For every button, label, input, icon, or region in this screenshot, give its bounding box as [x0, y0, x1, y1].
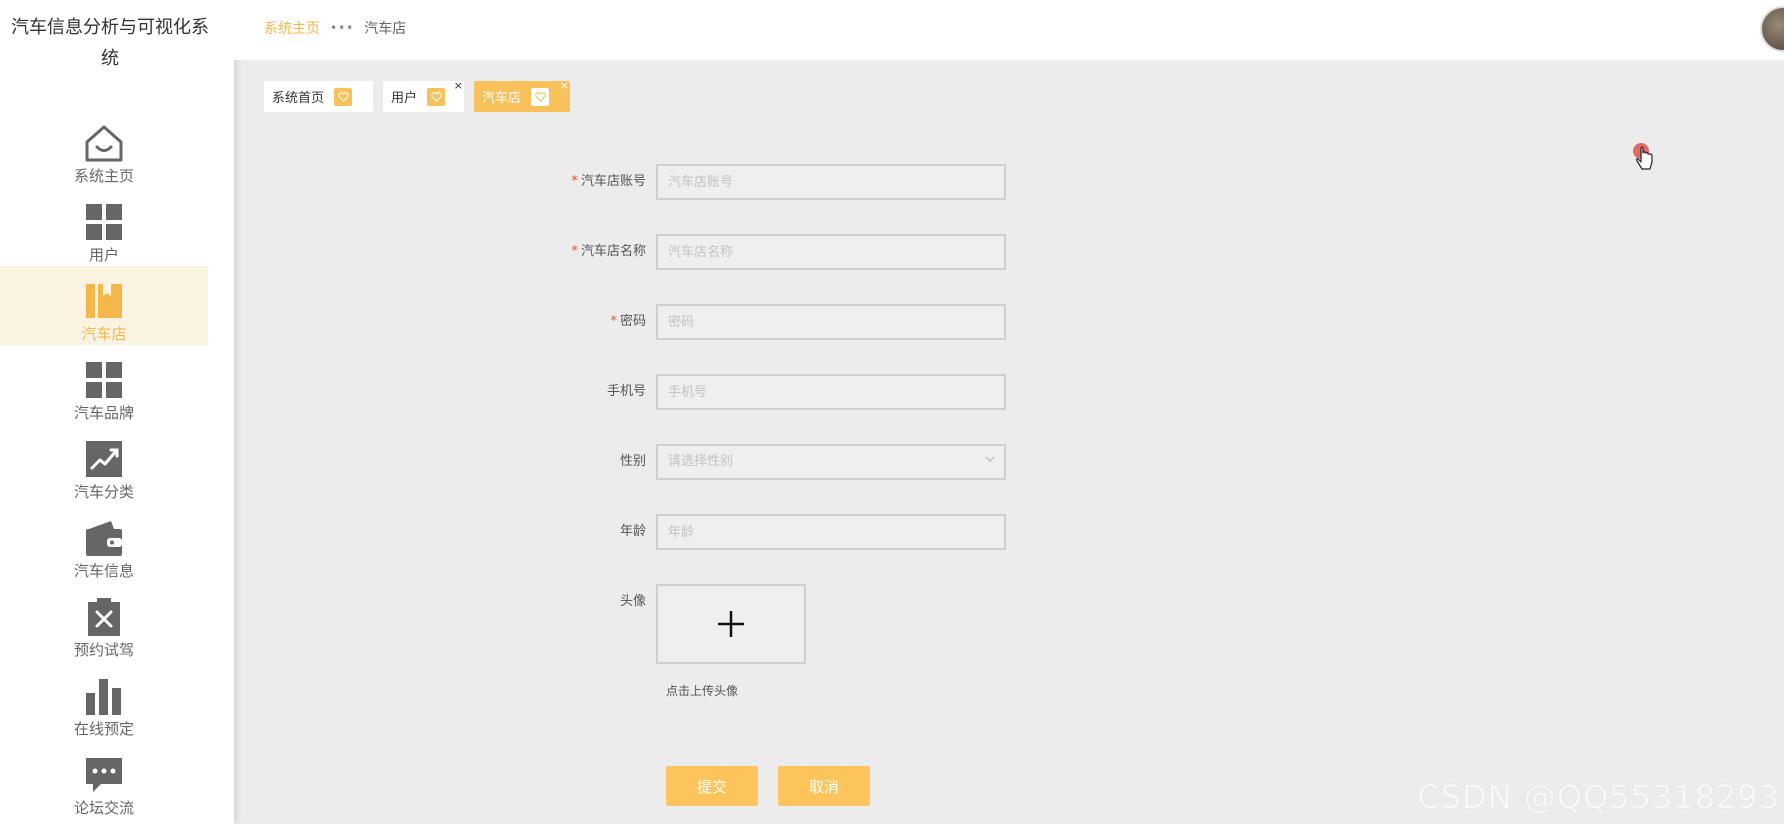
form-row-phone: 手机号	[540, 374, 1006, 410]
grid-icon	[86, 362, 122, 398]
plus-icon	[718, 611, 744, 637]
watermark: CSDN @QQ55318293	[1417, 778, 1780, 816]
close-icon[interactable]: ×	[454, 80, 463, 92]
sidebar-item-label: 预约试驾	[73, 641, 134, 659]
clipboard-x-icon	[88, 598, 120, 636]
tab-bar: 系统首页 用户 × 汽车店 ×	[264, 80, 570, 112]
sidebar-item-label: 汽车品牌	[73, 404, 134, 422]
chart-line-icon	[86, 441, 122, 477]
avatar[interactable]	[1760, 6, 1784, 52]
sidebar-item-label: 用户	[88, 246, 119, 264]
submit-button[interactable]: 提交	[666, 766, 758, 806]
avatar-label: 头像	[619, 594, 646, 609]
top-header: 系统主页 ••• 汽车店	[234, 0, 1784, 60]
form-row-avatar: 头像	[540, 584, 806, 664]
phone-label: 手机号	[606, 384, 646, 399]
cancel-button[interactable]: 取消	[778, 766, 870, 806]
required-mark: *	[610, 314, 617, 329]
sidebar-item-home[interactable]: 系统主页	[0, 108, 208, 187]
tab-label: 用户	[391, 91, 418, 106]
sidebar-item-car-category[interactable]: 汽车分类	[0, 424, 208, 503]
tab-label: 系统首页	[272, 91, 325, 106]
account-label-text: 汽车店账号	[580, 174, 646, 189]
avatar-uploader[interactable]	[656, 584, 806, 664]
tab-home[interactable]: 系统首页	[264, 81, 373, 112]
tab-car-shop[interactable]: 汽车店 ×	[474, 80, 570, 112]
wallet-icon	[86, 521, 122, 556]
sidebar-item-label: 汽车分类	[73, 483, 134, 501]
app-title-line2: 统	[101, 48, 119, 69]
app-title-line1: 汽车信息分析与可视化系	[11, 17, 209, 38]
house-icon	[85, 125, 123, 162]
chat-icon	[86, 758, 122, 792]
breadcrumb-separator: •••	[330, 21, 355, 35]
heart-icon	[531, 87, 550, 106]
sidebar-item-label: 汽车信息	[73, 562, 134, 580]
account-label: * 汽车店账号	[540, 164, 656, 200]
form-row-name: * 汽车店名称	[540, 234, 1006, 270]
tab-users[interactable]: 用户 ×	[383, 80, 464, 112]
breadcrumb-home[interactable]: 系统主页	[264, 18, 320, 38]
gender-select-placeholder: 请选择性别	[656, 444, 1006, 480]
upload-tip: 点击上传头像	[666, 684, 739, 698]
bar-chart-icon	[86, 679, 121, 715]
account-input[interactable]	[656, 164, 1006, 200]
breadcrumb: 系统主页 ••• 汽车店	[264, 18, 406, 38]
form-row-password: * 密码	[540, 304, 1006, 340]
sidebar-nav: 系统主页 用户 汽车店 汽车品牌 汽车分类 汽车信息 预约试驾 在线预定 论坛交…	[0, 108, 234, 819]
breadcrumb-current: 汽车店	[364, 21, 407, 37]
app-title: 汽车信息分析与可视化系 统	[0, 12, 220, 74]
age-label: 年龄	[619, 524, 646, 539]
tab-label: 汽车店	[482, 91, 522, 106]
sidebar-item-label: 在线预定	[73, 720, 134, 738]
sidebar-item-car-shop[interactable]: 汽车店	[0, 266, 208, 345]
phone-input[interactable]	[656, 374, 1006, 410]
sidebar-item-label: 汽车店	[81, 325, 127, 343]
heart-icon	[427, 87, 446, 106]
cursor-icon	[1633, 143, 1653, 170]
heart-icon	[334, 87, 353, 106]
name-label: * 汽车店名称	[540, 234, 656, 270]
password-label: * 密码	[540, 304, 656, 340]
required-mark: *	[571, 244, 578, 259]
sidebar-item-label: 系统主页	[73, 167, 134, 185]
form-row-account: * 汽车店账号	[540, 164, 1006, 200]
close-icon[interactable]: ×	[560, 80, 569, 92]
sidebar-item-car-info[interactable]: 汽车信息	[0, 503, 208, 582]
book-icon	[86, 284, 122, 318]
chevron-down-icon	[985, 456, 995, 462]
sidebar-item-users[interactable]: 用户	[0, 187, 208, 266]
sidebar: 汽车信息分析与可视化系 统 系统主页 用户 汽车店 汽车品牌 汽车分类 汽车信息…	[0, 0, 234, 824]
required-mark: *	[571, 174, 578, 189]
gender-select[interactable]: 请选择性别	[656, 444, 1006, 480]
age-input[interactable]	[656, 514, 1006, 550]
sidebar-item-car-brand[interactable]: 汽车品牌	[0, 345, 208, 424]
form-row-age: 年龄	[540, 514, 1006, 550]
name-input[interactable]	[656, 234, 1006, 270]
password-input[interactable]	[656, 304, 1006, 340]
sidebar-item-test-drive[interactable]: 预约试驾	[0, 582, 208, 661]
gender-label: 性别	[619, 454, 646, 469]
sidebar-item-online-booking[interactable]: 在线预定	[0, 661, 208, 740]
form-row-gender: 性别 请选择性别	[540, 444, 1006, 480]
grid-icon	[86, 204, 122, 240]
sidebar-item-forum[interactable]: 论坛交流	[0, 740, 208, 819]
sidebar-item-label: 论坛交流	[73, 799, 134, 817]
password-label-text: 密码	[619, 314, 646, 329]
name-label-text: 汽车店名称	[580, 244, 646, 259]
